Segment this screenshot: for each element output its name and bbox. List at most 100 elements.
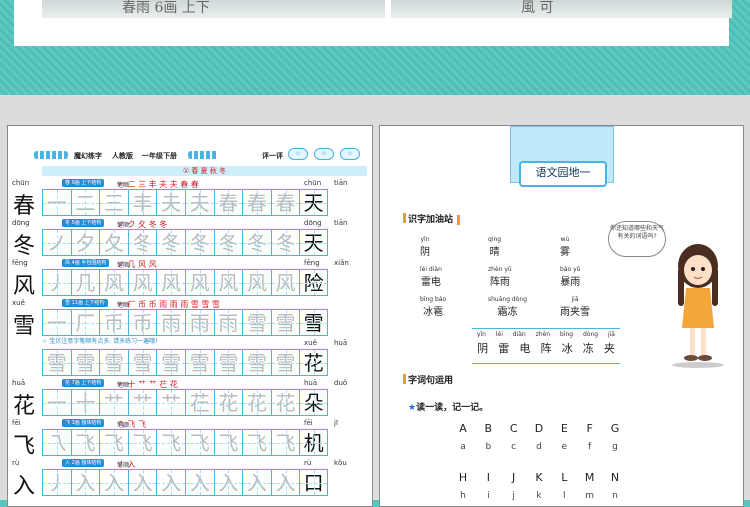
writing-cell[interactable]: 入 — [127, 469, 157, 496]
stroke-info-tag: 飞 3画 独体结构 — [62, 419, 105, 427]
writing-cell[interactable]: 冬 — [156, 229, 185, 256]
writing-cell[interactable]: 雪 — [270, 309, 300, 336]
writing-cell[interactable]: 花 — [242, 389, 271, 416]
stroke-info-tag: 花 7画 上下结构 — [62, 379, 105, 387]
writing-cell[interactable]: 风 — [242, 269, 271, 296]
writing-cell[interactable]: 飞 — [184, 429, 214, 456]
writing-cell[interactable]: 机 — [299, 429, 328, 456]
writing-cell[interactable]: 雨 — [213, 309, 243, 336]
writing-cell[interactable]: 雪 — [242, 349, 271, 376]
writing-cell[interactable]: 雪 — [99, 349, 128, 376]
verse-pinyin: zhèn — [535, 331, 551, 338]
weather-word-pinyin: bīng báo — [420, 296, 447, 303]
workbook-page-left[interactable]: 魔幻练字 人教版 一年级下册 评一评 ☆ ☆ ☆ ① 春 夏 秋 冬 chūn 春… — [7, 125, 373, 507]
writing-cell[interactable]: 夕 — [70, 229, 100, 256]
writing-cell[interactable]: 雨 — [156, 309, 185, 336]
writing-cell[interactable]: 飞 — [127, 429, 157, 456]
uppercase-letter: L — [561, 471, 568, 484]
row-pinyin-right2: xiǎn — [334, 259, 349, 267]
writing-cell[interactable]: 入 — [270, 469, 300, 496]
writing-cell[interactable]: 雪 — [127, 349, 157, 376]
writing-cell[interactable]: 入 — [99, 469, 128, 496]
writing-cell[interactable]: 艹 — [156, 389, 185, 416]
writing-cell[interactable]: 风 — [184, 269, 214, 296]
writing-cell[interactable]: 二 — [70, 189, 100, 216]
writing-cell[interactable]: 一 — [42, 389, 71, 416]
writing-cell[interactable]: 币 — [127, 309, 157, 336]
writing-cell[interactable]: 夫 — [184, 189, 214, 216]
book-title: 魔幻练字 — [74, 152, 102, 160]
writing-cell[interactable]: 雪 — [242, 309, 271, 336]
writing-cell[interactable]: 芢 — [184, 389, 214, 416]
writing-cell[interactable]: 飞 — [213, 429, 243, 456]
writing-cell[interactable]: 入 — [242, 469, 271, 496]
lowercase-letter: b — [485, 442, 492, 452]
writing-cell[interactable]: 入 — [156, 469, 185, 496]
writing-cell[interactable]: 冬 — [213, 229, 243, 256]
writing-cell[interactable]: 花 — [299, 349, 328, 376]
writing-cell[interactable]: 飞 — [99, 429, 128, 456]
writing-cell[interactable]: 风 — [156, 269, 185, 296]
rating-star-icon[interactable]: ☆ — [288, 148, 308, 160]
row-pinyin-right1: xuě — [304, 339, 317, 347]
writing-cell[interactable]: 雨 — [184, 309, 214, 336]
writing-cell[interactable]: 风 — [270, 269, 300, 296]
rating-star-icon[interactable]: ☆ — [314, 148, 334, 160]
writing-cell[interactable]: 币 — [99, 309, 128, 336]
writing-cell[interactable]: 春 — [213, 189, 243, 216]
writing-cell[interactable]: 夂 — [99, 229, 128, 256]
rating-star-icon[interactable]: ☆ — [340, 148, 360, 160]
writing-cell[interactable]: 飞 — [270, 429, 300, 456]
writing-cell[interactable]: 冬 — [242, 229, 271, 256]
writing-cell[interactable]: 冬 — [184, 229, 214, 256]
writing-cell[interactable]: 入 — [70, 469, 100, 496]
writing-cell[interactable]: 风 — [213, 269, 243, 296]
writing-cell[interactable]: 入 — [213, 469, 243, 496]
writing-cell[interactable]: 艹 — [99, 389, 128, 416]
writing-cell[interactable]: 乁 — [42, 429, 71, 456]
writing-cell[interactable]: 口 — [299, 469, 328, 496]
thumbnail-left-text: 春雨 6画 上下 — [122, 0, 210, 16]
uppercase-letter: M — [584, 471, 595, 484]
writing-cell[interactable]: 十 — [70, 389, 100, 416]
stroke-info-tag: 风 4画 半包围结构 — [62, 259, 110, 267]
writing-cell[interactable]: 花 — [213, 389, 243, 416]
writing-cell[interactable]: 雪 — [156, 349, 185, 376]
writing-cell[interactable]: 险 — [299, 269, 328, 296]
writing-cell[interactable]: 艹 — [127, 389, 157, 416]
writing-cell[interactable]: 丰 — [127, 189, 157, 216]
writing-cell[interactable]: 春 — [242, 189, 271, 216]
writing-cell[interactable]: 花 — [270, 389, 300, 416]
writing-cell[interactable]: 一 — [42, 189, 71, 216]
writing-cell[interactable]: 风 — [127, 269, 157, 296]
writing-cell[interactable]: 冬 — [270, 229, 300, 256]
writing-cell[interactable]: 天 — [299, 229, 328, 256]
thumbnail-right[interactable]: 風 可 — [391, 0, 732, 18]
writing-cell[interactable]: 朵 — [299, 389, 328, 416]
writing-cell[interactable]: 丿 — [42, 469, 71, 496]
writing-cell[interactable]: 丿 — [42, 269, 71, 296]
writing-cell[interactable]: 冬 — [127, 229, 157, 256]
thumbnail-left[interactable]: 春雨 6画 上下 — [42, 0, 385, 18]
writing-cell[interactable]: 春 — [270, 189, 300, 216]
writing-cell[interactable]: 几 — [70, 269, 100, 296]
writing-cell[interactable]: 入 — [184, 469, 214, 496]
writing-cell[interactable]: 飞 — [242, 429, 271, 456]
writing-cell[interactable]: 雪 — [299, 309, 328, 336]
writing-cell[interactable]: 飞 — [70, 429, 100, 456]
writing-cell[interactable]: 雪 — [270, 349, 300, 376]
writing-cell[interactable]: 飞 — [156, 429, 185, 456]
writing-cell[interactable]: ノ — [42, 229, 71, 256]
row-pinyin-right1: dōng — [304, 219, 322, 227]
writing-cell[interactable]: 雪 — [42, 349, 71, 376]
writing-cell[interactable]: 三 — [99, 189, 128, 216]
writing-cell[interactable]: 雪 — [213, 349, 243, 376]
writing-cell[interactable]: 风 — [99, 269, 128, 296]
writing-cell[interactable]: 厂 — [70, 309, 100, 336]
writing-cell[interactable]: 天 — [299, 189, 328, 216]
writing-cell[interactable]: 雪 — [184, 349, 214, 376]
workbook-page-right[interactable]: 语文园地一 识字加油站 yīn 阴 qíng 晴 wù 雾 léi diàn 雷电 zhèn y… — [379, 125, 744, 507]
writing-cell[interactable]: 夫 — [156, 189, 185, 216]
writing-cell[interactable]: 一 — [42, 309, 71, 336]
writing-cell[interactable]: 雪 — [70, 349, 100, 376]
